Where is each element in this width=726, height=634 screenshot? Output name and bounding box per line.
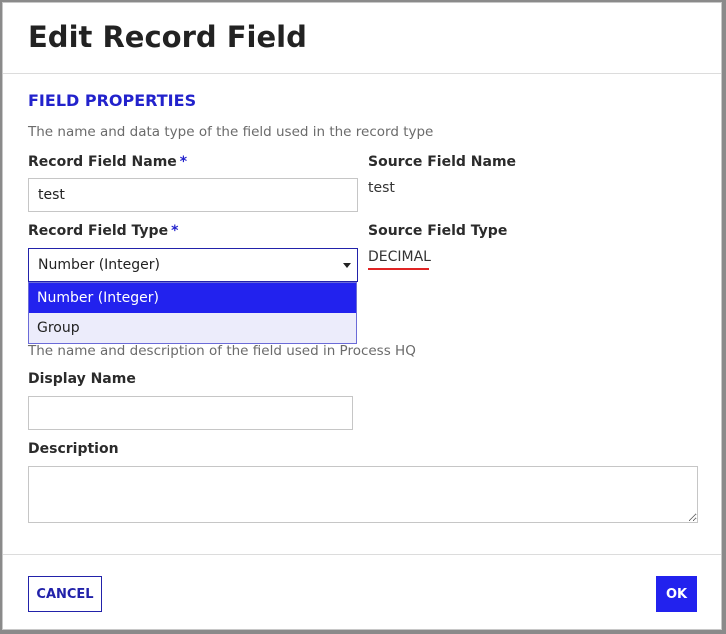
field-properties-description: The name and data type of the field used… bbox=[28, 124, 434, 140]
source-field-name-label: Source Field Name bbox=[368, 154, 517, 170]
required-marker: * bbox=[171, 223, 179, 239]
dropdown-option-number-integer[interactable]: Number (Integer) bbox=[29, 283, 356, 313]
display-name-input[interactable] bbox=[28, 396, 353, 430]
source-field-type-value: DECIMAL bbox=[368, 249, 431, 265]
caret-down-icon bbox=[343, 263, 351, 268]
record-field-type-dropdown: Number (Integer) Group bbox=[28, 282, 357, 344]
dialog-title: Edit Record Field bbox=[28, 20, 307, 54]
field-properties-heading: FIELD PROPERTIES bbox=[28, 91, 197, 110]
edit-record-field-dialog: Edit Record Field FIELD PROPERTIES The n… bbox=[2, 2, 722, 630]
record-field-name-label-text: Record Field Name bbox=[28, 154, 177, 170]
source-field-name-value: test bbox=[368, 180, 395, 196]
required-marker: * bbox=[179, 154, 188, 170]
description-label: Description bbox=[28, 441, 119, 457]
description-textarea[interactable] bbox=[28, 466, 698, 523]
record-field-type-selected-value: Number (Integer) bbox=[38, 257, 160, 273]
display-properties-description: The name and description of the field us… bbox=[28, 343, 416, 359]
dropdown-option-group[interactable]: Group bbox=[29, 313, 356, 343]
record-field-name-label: Record Field Name * bbox=[28, 154, 187, 170]
record-field-type-label-text: Record Field Type bbox=[28, 223, 169, 239]
spellcheck-underline bbox=[368, 268, 429, 270]
cancel-button[interactable]: CANCEL bbox=[28, 576, 102, 612]
record-field-type-select[interactable]: Number (Integer) bbox=[28, 248, 358, 282]
source-field-type-label: Source Field Type bbox=[368, 223, 508, 239]
display-name-label: Display Name bbox=[28, 371, 136, 387]
record-field-type-label: Record Field Type * bbox=[28, 223, 178, 239]
footer-divider bbox=[3, 554, 721, 555]
header-divider bbox=[3, 73, 721, 74]
record-field-name-input[interactable] bbox=[28, 178, 358, 212]
ok-button[interactable]: OK bbox=[656, 576, 697, 612]
